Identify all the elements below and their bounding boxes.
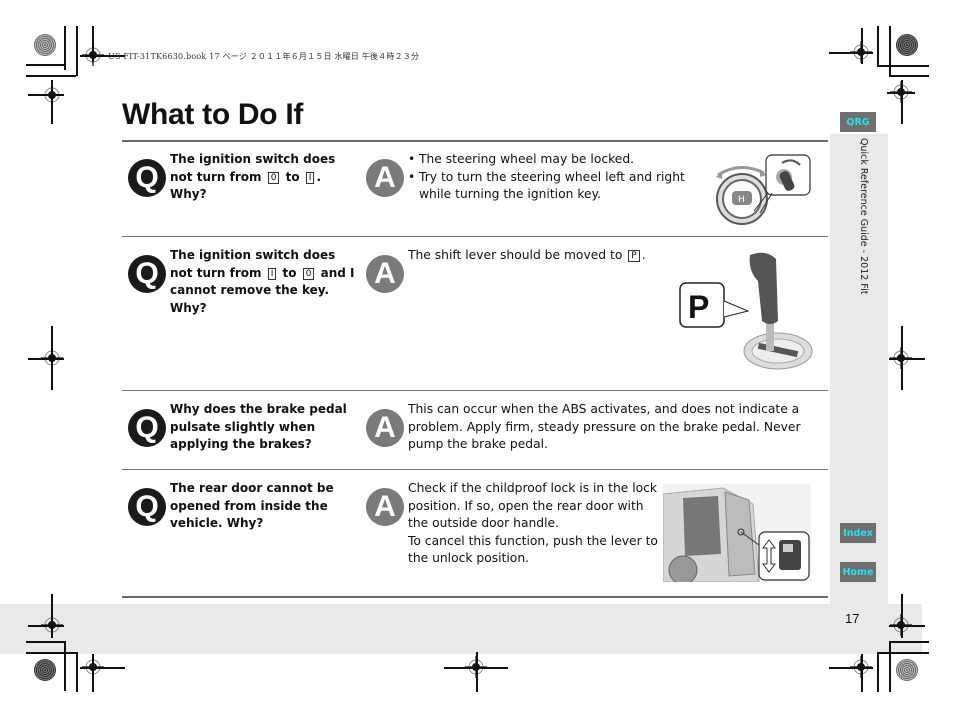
park-callout: P: [688, 289, 709, 325]
key-position-box: 0: [302, 267, 315, 280]
key-position-box: I: [305, 171, 315, 184]
page-title: What to Do If: [122, 98, 304, 131]
qa-item: Q The ignition switch does not turn from…: [122, 141, 828, 236]
question-badge-icon: Q: [128, 488, 166, 526]
question-badge-icon: Q: [128, 409, 166, 447]
question-text: The ignition switch does not turn from 0…: [170, 152, 336, 201]
answer-text: The shift lever should be moved to P.: [408, 248, 646, 262]
color-rosette-icon: [896, 659, 918, 681]
shift-lever-illustration: P: [679, 252, 813, 370]
answer-bullet: Try to turn the steering wheel left and …: [408, 169, 708, 204]
print-header-meta: US FIT-31TK6630.book 17 ページ ２０１１年６月１５日 水…: [108, 52, 420, 61]
question-text: The rear door cannot be opened from insi…: [170, 481, 334, 530]
answer-badge-icon: A: [366, 159, 404, 197]
color-rosette-icon: [896, 34, 918, 56]
divider: [122, 596, 828, 598]
index-button[interactable]: Index: [840, 523, 876, 543]
steering-wheel-illustration: H: [716, 154, 811, 225]
key-position-box: 0: [267, 171, 280, 184]
question-badge-icon: Q: [128, 159, 166, 197]
color-rosette-icon: [34, 659, 56, 681]
home-button[interactable]: Home: [840, 562, 876, 582]
answer-text: The steering wheel may be locked. Try to…: [408, 151, 708, 204]
key-position-box: P: [628, 250, 640, 262]
answer-text: This can occur when the ABS activates, a…: [408, 402, 801, 451]
answer-badge-icon: A: [366, 488, 404, 526]
question-badge-icon: Q: [128, 255, 166, 293]
answer-text: Check if the childproof lock is in the l…: [408, 481, 658, 565]
answer-bullet: The steering wheel may be locked.: [408, 151, 708, 169]
question-text: Why does the brake pedal pulsate slightl…: [170, 402, 347, 451]
rear-door-lock-illustration: [663, 484, 811, 582]
color-rosette-icon: [34, 34, 56, 56]
question-text: The ignition switch does not turn from I…: [170, 248, 355, 315]
qrg-button[interactable]: QRG: [840, 112, 876, 132]
qa-item: Q The ignition switch does not turn from…: [122, 237, 828, 390]
answer-badge-icon: A: [366, 409, 404, 447]
qa-item: Q Why does the brake pedal pulsate sligh…: [122, 391, 828, 469]
key-position-box: I: [267, 267, 277, 280]
svg-text:H: H: [738, 195, 745, 205]
sidebar-label: Quick Reference Guide - 2012 Fit: [858, 138, 869, 295]
page-number: 17: [845, 611, 860, 626]
answer-badge-icon: A: [366, 255, 404, 293]
qa-item: Q The rear door cannot be opened from in…: [122, 470, 828, 596]
footer-band: [0, 604, 922, 654]
